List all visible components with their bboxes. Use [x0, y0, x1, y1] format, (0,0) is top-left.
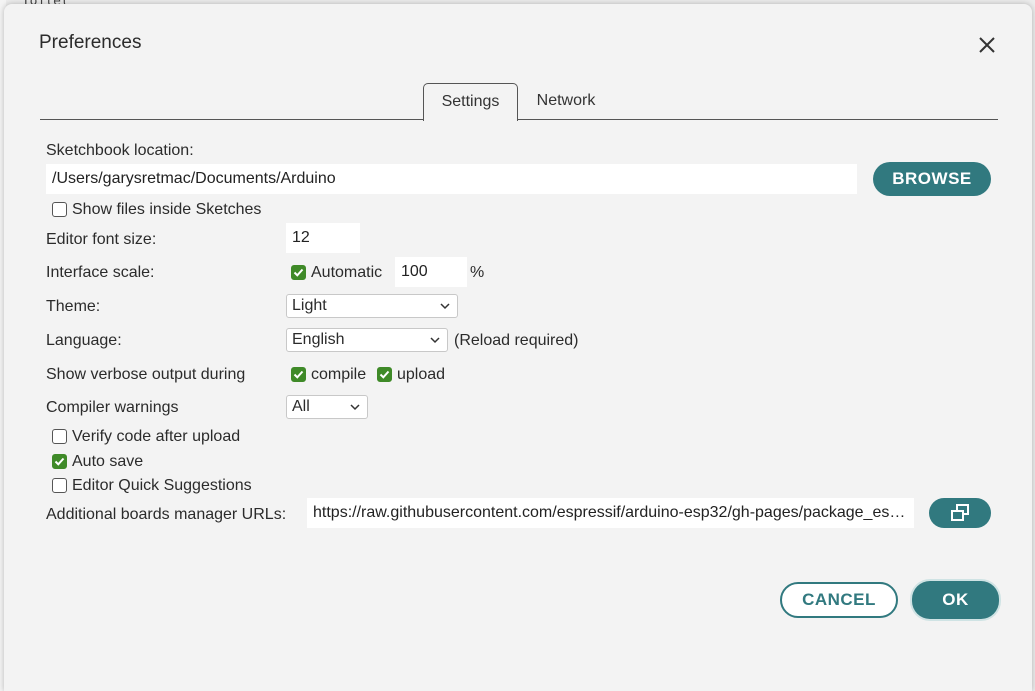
- sketchbook-location-label: Sketchbook location:: [46, 142, 194, 159]
- close-icon[interactable]: [976, 34, 998, 56]
- automatic-checkbox[interactable]: [291, 265, 306, 280]
- upload-checkbox[interactable]: [377, 367, 392, 382]
- theme-select[interactable]: Light: [286, 294, 458, 318]
- chevron-down-icon: [430, 337, 440, 344]
- language-label: Language:: [46, 332, 122, 349]
- compiler-warnings-value: All: [292, 398, 310, 415]
- automatic-label: Automatic: [311, 264, 383, 281]
- chevron-down-icon: [440, 303, 450, 310]
- auto-save-checkbox[interactable]: [52, 454, 67, 469]
- sketchbook-location-input[interactable]: /Users/garysretmac/Documents/Arduino: [46, 164, 857, 194]
- chevron-down-icon: [350, 404, 360, 411]
- auto-save-label: Auto save: [72, 453, 144, 470]
- verify-code-checkbox[interactable]: [52, 429, 67, 444]
- interface-scale-input[interactable]: 100: [395, 257, 467, 287]
- upload-label: upload: [397, 366, 446, 383]
- reload-required-note: (Reload required): [454, 332, 579, 349]
- verbose-output-label: Show verbose output during: [46, 366, 246, 383]
- preferences-dialog: Preferences Settings Network Sketchbook …: [4, 4, 1032, 691]
- ok-button[interactable]: OK: [912, 581, 999, 619]
- compile-checkbox[interactable]: [291, 367, 306, 382]
- language-select[interactable]: English: [286, 328, 448, 352]
- dialog-title: Preferences: [39, 32, 142, 53]
- browse-button[interactable]: BROWSE: [873, 162, 991, 196]
- editor-font-size-input[interactable]: 12: [286, 223, 360, 253]
- open-in-window-icon: [951, 504, 969, 521]
- theme-select-value: Light: [292, 297, 327, 314]
- verify-code-label: Verify code after upload: [72, 428, 241, 445]
- boards-manager-urls-label: Additional boards manager URLs:: [46, 506, 287, 523]
- boards-manager-urls-input[interactable]: https://raw.githubusercontent.com/espres…: [307, 498, 914, 528]
- scale-unit-label: %: [470, 264, 485, 281]
- language-select-value: English: [292, 331, 345, 348]
- boards-urls-edit-button[interactable]: [929, 498, 991, 528]
- tab-network[interactable]: Network: [520, 83, 612, 119]
- tab-divider: [40, 119, 998, 120]
- interface-scale-label: Interface scale:: [46, 264, 155, 281]
- show-files-label: Show files inside Sketches: [72, 201, 262, 218]
- tab-settings[interactable]: Settings: [423, 83, 518, 121]
- theme-label: Theme:: [46, 298, 101, 315]
- compiler-warnings-label: Compiler warnings: [46, 399, 179, 416]
- show-files-checkbox[interactable]: [52, 202, 67, 217]
- editor-quick-suggestions-checkbox[interactable]: [52, 478, 67, 493]
- editor-quick-suggestions-label: Editor Quick Suggestions: [72, 477, 252, 494]
- compile-label: compile: [311, 366, 367, 383]
- compiler-warnings-select[interactable]: All: [286, 395, 368, 419]
- editor-font-size-label: Editor font size:: [46, 231, 157, 248]
- cancel-button[interactable]: CANCEL: [780, 582, 898, 618]
